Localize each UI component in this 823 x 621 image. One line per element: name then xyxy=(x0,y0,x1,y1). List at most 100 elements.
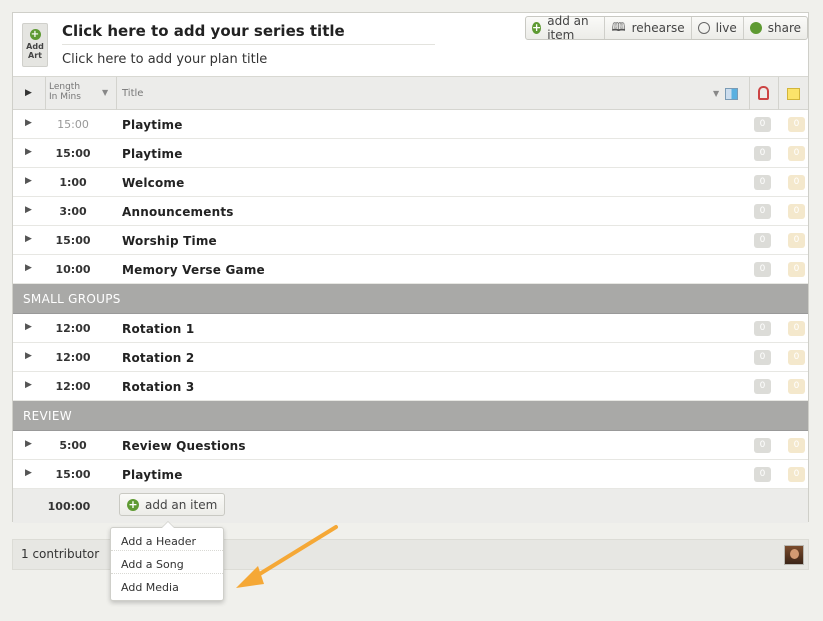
section-header[interactable]: REVIEW xyxy=(13,401,808,431)
note-count-badge[interactable]: 0 xyxy=(788,379,805,394)
note-count-badge[interactable]: 0 xyxy=(788,321,805,336)
menu-item-add-media[interactable]: Add Media xyxy=(111,574,223,597)
item-title[interactable]: Rotation 1 xyxy=(122,322,194,336)
note-count-badge[interactable]: 0 xyxy=(788,204,805,219)
expand-row-icon[interactable]: ▶ xyxy=(25,205,32,215)
table-row[interactable]: ▶ 5:00 Review Questions 0 0 xyxy=(13,431,808,460)
expand-all-icon[interactable]: ▶ xyxy=(25,88,32,98)
rehearse-button[interactable]: 🕮 rehearse xyxy=(605,17,692,39)
item-title[interactable]: Playtime xyxy=(122,468,183,482)
footer-add-item-button[interactable]: + add an item xyxy=(119,493,226,516)
item-length[interactable]: 12:00 xyxy=(43,322,103,335)
item-title[interactable]: Review Questions xyxy=(122,439,246,453)
note-count-badge[interactable]: 0 xyxy=(788,262,805,277)
add-art-label: Add Art xyxy=(26,42,44,60)
title-column-header[interactable]: Title xyxy=(122,88,143,99)
table-row[interactable]: ▶ 15:00 Playtime 0 0 xyxy=(13,110,808,139)
attachment-count-badge[interactable]: 0 xyxy=(754,175,771,190)
share-label: share xyxy=(767,21,801,35)
avatar[interactable] xyxy=(784,545,804,565)
item-length[interactable]: 15:00 xyxy=(43,234,103,247)
item-length[interactable]: 3:00 xyxy=(43,205,103,218)
table-row[interactable]: ▶ 10:00 Memory Verse Game 0 0 xyxy=(13,255,808,284)
columns-icon[interactable] xyxy=(725,88,738,100)
expand-row-icon[interactable]: ▶ xyxy=(25,147,32,157)
section-header[interactable]: SMALL GROUPS xyxy=(13,284,808,314)
column-header: ▶ Length In Mins ▼ Title ▼ xyxy=(13,77,808,110)
attachment-icon xyxy=(758,86,769,100)
item-title[interactable]: Rotation 3 xyxy=(122,380,194,394)
expand-row-icon[interactable]: ▶ xyxy=(25,380,32,390)
column-divider xyxy=(116,77,117,110)
expand-row-icon[interactable]: ▶ xyxy=(25,118,32,128)
length-sort-icon[interactable]: ▼ xyxy=(102,88,108,97)
plan-panel: + Add Art Click here to add your series … xyxy=(12,12,809,523)
attachment-count-badge[interactable]: 0 xyxy=(754,321,771,336)
attachment-count-badge[interactable]: 0 xyxy=(754,350,771,365)
column-divider xyxy=(749,77,750,110)
item-length[interactable]: 10:00 xyxy=(43,263,103,276)
table-row[interactable]: ▶ 15:00 Playtime 0 0 xyxy=(13,139,808,168)
series-title[interactable]: Click here to add your series title xyxy=(62,22,435,45)
expand-row-icon[interactable]: ▶ xyxy=(25,351,32,361)
item-length[interactable]: 12:00 xyxy=(43,380,103,393)
item-title[interactable]: Playtime xyxy=(122,118,183,132)
column-divider xyxy=(778,77,779,110)
item-length[interactable]: 15:00 xyxy=(43,118,103,131)
expand-row-icon[interactable]: ▶ xyxy=(25,234,32,244)
item-title[interactable]: Memory Verse Game xyxy=(122,263,265,277)
table-row[interactable]: ▶ 12:00 Rotation 1 0 0 xyxy=(13,314,808,343)
table-row[interactable]: ▶ 3:00 Announcements 0 0 xyxy=(13,197,808,226)
title-dropdown-icon[interactable]: ▼ xyxy=(713,89,719,98)
expand-row-icon[interactable]: ▶ xyxy=(25,468,32,478)
item-title[interactable]: Announcements xyxy=(122,205,234,219)
item-title[interactable]: Welcome xyxy=(122,176,184,190)
item-title[interactable]: Rotation 2 xyxy=(122,351,194,365)
live-button[interactable]: live xyxy=(692,17,744,39)
expand-row-icon[interactable]: ▶ xyxy=(25,176,32,186)
note-count-badge[interactable]: 0 xyxy=(788,467,805,482)
attachment-count-badge[interactable]: 0 xyxy=(754,204,771,219)
attachment-count-badge[interactable]: 0 xyxy=(754,467,771,482)
menu-item-add-song[interactable]: Add a Song xyxy=(111,551,223,574)
add-item-button[interactable]: + add an item xyxy=(526,14,606,42)
table-row[interactable]: ▶ 1:00 Welcome 0 0 xyxy=(13,168,808,197)
table-row[interactable]: ▶ 15:00 Worship Time 0 0 xyxy=(13,226,808,255)
attachment-count-badge[interactable]: 0 xyxy=(754,117,771,132)
table-row[interactable]: ▶ 12:00 Rotation 2 0 0 xyxy=(13,343,808,372)
item-length[interactable]: 15:00 xyxy=(43,147,103,160)
note-count-badge[interactable]: 0 xyxy=(788,350,805,365)
note-count-badge[interactable]: 0 xyxy=(788,117,805,132)
length-column-header[interactable]: Length In Mins xyxy=(49,82,91,102)
menu-item-add-header[interactable]: Add a Header xyxy=(111,528,223,551)
note-count-badge[interactable]: 0 xyxy=(788,233,805,248)
note-icon xyxy=(787,88,800,100)
item-title[interactable]: Playtime xyxy=(122,147,183,161)
rehearse-label: rehearse xyxy=(631,21,685,35)
item-length[interactable]: 12:00 xyxy=(43,351,103,364)
expand-row-icon[interactable]: ▶ xyxy=(25,322,32,332)
attachment-count-badge[interactable]: 0 xyxy=(754,146,771,161)
add-item-menu: Add a Header Add a Song Add Media xyxy=(110,521,224,601)
item-length[interactable]: 1:00 xyxy=(43,176,103,189)
plan-title[interactable]: Click here to add your plan title xyxy=(62,52,267,67)
clock-icon xyxy=(697,22,710,34)
note-count-badge[interactable]: 0 xyxy=(788,146,805,161)
attachment-count-badge[interactable]: 0 xyxy=(754,233,771,248)
attachment-count-badge[interactable]: 0 xyxy=(754,262,771,277)
expand-row-icon[interactable]: ▶ xyxy=(25,439,32,449)
item-length[interactable]: 15:00 xyxy=(43,468,103,481)
table-row[interactable]: ▶ 15:00 Playtime 0 0 xyxy=(13,460,808,489)
table-row[interactable]: ▶ 12:00 Rotation 3 0 0 xyxy=(13,372,808,401)
share-button[interactable]: share xyxy=(744,17,807,39)
note-count-badge[interactable]: 0 xyxy=(788,438,805,453)
note-count-badge[interactable]: 0 xyxy=(788,175,805,190)
item-title[interactable]: Worship Time xyxy=(122,234,217,248)
contributor-count[interactable]: 1 contributor xyxy=(21,547,99,561)
share-icon xyxy=(749,22,762,34)
item-length[interactable]: 5:00 xyxy=(43,439,103,452)
attachment-count-badge[interactable]: 0 xyxy=(754,438,771,453)
add-art-button[interactable]: + Add Art xyxy=(22,23,48,67)
expand-row-icon[interactable]: ▶ xyxy=(25,263,32,273)
attachment-count-badge[interactable]: 0 xyxy=(754,379,771,394)
